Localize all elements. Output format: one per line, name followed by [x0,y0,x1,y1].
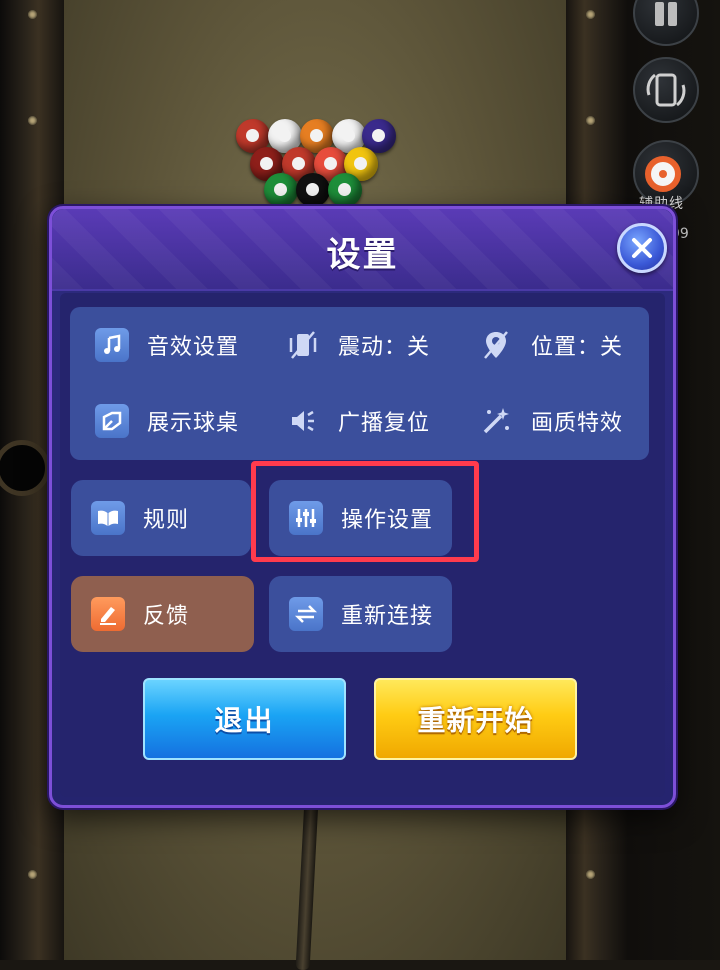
pencil-icon [91,597,125,631]
rail-diamond [586,116,595,125]
swap-arrows-icon [289,597,323,631]
broadcast-reset-item[interactable]: 广播复位 [286,401,430,441]
rail-diamond [586,870,595,879]
rules-button[interactable]: 规则 [71,480,251,556]
feedback-label: 反馈 [143,604,190,629]
location-label: 位置：关 [531,335,624,360]
broadcast-reset-label: 广播复位 [338,411,431,436]
dialog-header: 设置 [52,209,673,291]
location-toggle[interactable]: 位置：关 [479,325,623,365]
close-button[interactable] [617,223,667,273]
pool-ball [264,173,298,207]
exit-label: 退出 [214,704,275,737]
pool-ball [328,173,362,207]
rotate-view-button[interactable] [633,57,699,123]
rail-diamond [28,116,37,125]
dialog-title: 设置 [326,235,399,275]
graphics-effects-item[interactable]: 画质特效 [479,401,623,441]
location-off-icon [479,328,513,362]
sound-settings-label: 音效设置 [147,335,240,360]
magic-wand-icon [479,404,513,438]
rail-diamond [28,10,37,19]
vibration-toggle[interactable]: 震动：关 [286,325,430,365]
show-table-item[interactable]: 展示球桌 [95,401,239,441]
close-icon [632,238,652,258]
rules-label: 规则 [143,508,190,533]
rail-diamond [28,870,37,879]
rotate-phone-icon [646,73,686,107]
table-display-icon [95,404,129,438]
ball-rack [228,115,398,210]
vibration-label: 震动：关 [338,335,431,360]
music-note-icon [95,328,129,362]
pause-icon [668,2,677,26]
pause-icon [655,2,664,26]
restart-button[interactable]: 重新开始 [374,678,577,760]
highlight-box [251,461,479,562]
graphics-effects-label: 画质特效 [531,411,624,436]
feedback-button[interactable]: 反馈 [71,576,254,652]
restart-label: 重新开始 [417,704,534,737]
sound-settings-item[interactable]: 音效设置 [95,325,239,365]
target-icon [645,156,681,192]
pool-ball [296,173,330,207]
show-table-label: 展示球桌 [147,411,240,436]
vibration-off-icon [286,328,320,362]
exit-button[interactable]: 退出 [143,678,346,760]
speaker-icon [286,404,320,438]
book-icon [91,501,125,535]
reconnect-label: 重新连接 [341,604,434,629]
rail-diamond [586,10,595,19]
reconnect-button[interactable]: 重新连接 [269,576,452,652]
